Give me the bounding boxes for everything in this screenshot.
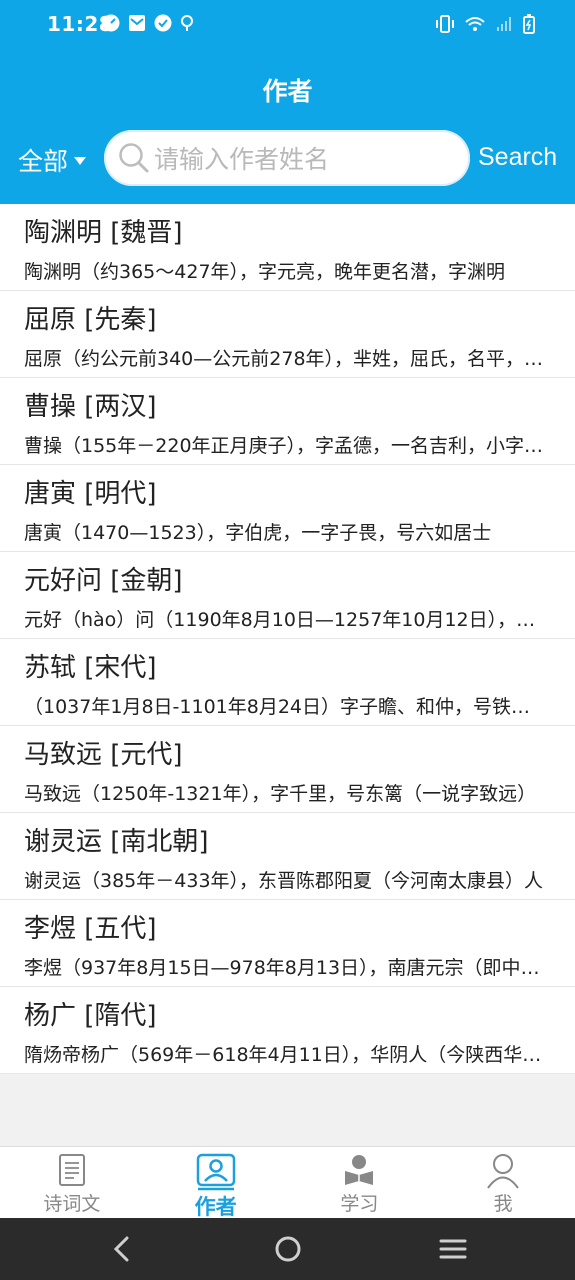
author-description: 屈原（约公元前340—公元前278年），芈姓，屈氏，名平，字原 bbox=[24, 348, 546, 370]
filter-label: 全部 bbox=[18, 147, 69, 176]
author-list-item[interactable]: 苏轼 [宋代] （1037年1月8日-1101年8月24日）字子瞻、和仲，号铁冠… bbox=[0, 639, 575, 726]
search-input[interactable] bbox=[152, 138, 456, 180]
battery-icon bbox=[523, 14, 535, 34]
tab-label: 学习 bbox=[340, 1193, 379, 1215]
back-icon[interactable] bbox=[110, 1232, 134, 1266]
author-name: 李煜 [五代] bbox=[24, 914, 157, 944]
author-description: （1037年1月8日-1101年8月24日）字子瞻、和仲，号铁冠道人 bbox=[24, 696, 546, 718]
mail-icon bbox=[129, 15, 145, 31]
wifi-icon bbox=[465, 17, 485, 31]
home-icon[interactable] bbox=[273, 1232, 303, 1266]
author-list-item[interactable]: 唐寅 [明代] 唐寅（1470—1523），字伯虎，一字子畏，号六如居士 bbox=[0, 465, 575, 552]
author-description: 唐寅（1470—1523），字伯虎，一字子畏，号六如居士 bbox=[24, 522, 492, 544]
tab-label: 诗词文 bbox=[43, 1193, 101, 1215]
author-list: 陶渊明 [魏晋] 陶渊明（约365～427年），字元亮，晚年更名潜，字渊明 屈原… bbox=[0, 204, 575, 1074]
signal-icon bbox=[497, 17, 511, 31]
caret-down-icon bbox=[74, 157, 87, 165]
author-description: 隋炀帝杨广（569年－618年4月11日），华阴人（今陕西华阴） bbox=[24, 1044, 546, 1066]
author-name: 屈原 [先秦] bbox=[24, 305, 157, 335]
vibrate-icon bbox=[436, 15, 454, 33]
author-list-item[interactable]: 李煜 [五代] 李煜（937年8月15日—978年8月13日），南唐元宗（即中主… bbox=[0, 900, 575, 987]
tab-study[interactable]: 学习 bbox=[288, 1147, 432, 1219]
bottom-tab-bar: 诗词文 作者 学习 我 bbox=[0, 1146, 575, 1219]
author-name: 陶渊明 [魏晋] bbox=[24, 218, 183, 248]
author-name: 杨广 [隋代] bbox=[24, 1001, 157, 1031]
author-description: 曹操（155年－220年正月庚子），字孟德，一名吉利，小字阿瞒 bbox=[24, 435, 546, 457]
tab-authors[interactable]: 作者 bbox=[144, 1147, 288, 1219]
check-circle-icon bbox=[154, 14, 172, 32]
author-name: 元好问 [金朝] bbox=[24, 566, 183, 596]
status-system-icons bbox=[435, 14, 535, 34]
status-notification-icons bbox=[102, 14, 194, 32]
tab-label: 作者 bbox=[194, 1195, 237, 1219]
author-list-item[interactable]: 屈原 [先秦] 屈原（约公元前340—公元前278年），芈姓，屈氏，名平，字原 bbox=[0, 291, 575, 378]
author-list-item[interactable]: 曹操 [两汉] 曹操（155年－220年正月庚子），字孟德，一名吉利，小字阿瞒 bbox=[0, 378, 575, 465]
author-list-item[interactable]: 马致远 [元代] 马致远（1250年-1321年），字千里，号东篱（一说字致远） bbox=[0, 726, 575, 813]
app-header: 11:28 作者 全部 Search bbox=[0, 0, 575, 204]
study-icon bbox=[345, 1155, 374, 1185]
author-description: 元好（hào）问（1190年8月10日—1257年10月12日），字裕之 bbox=[24, 609, 546, 631]
status-bar: 11:28 bbox=[0, 0, 575, 48]
page-title: 作者 bbox=[262, 77, 313, 106]
author-name: 曹操 [两汉] bbox=[24, 392, 157, 422]
author-name: 唐寅 [明代] bbox=[24, 479, 157, 509]
author-list-item[interactable]: 杨广 [隋代] 隋炀帝杨广（569年－618年4月11日），华阴人（今陕西华阴） bbox=[0, 987, 575, 1074]
system-nav-bar bbox=[0, 1218, 575, 1280]
author-description: 李煜（937年8月15日—978年8月13日），南唐元宗（即中主） bbox=[24, 957, 546, 979]
author-list-item[interactable]: 元好问 [金朝] 元好（hào）问（1190年8月10日—1257年10月12日… bbox=[0, 552, 575, 639]
document-icon bbox=[58, 1154, 85, 1186]
category-filter-dropdown[interactable]: 全部 bbox=[18, 142, 87, 178]
location-icon bbox=[181, 15, 193, 31]
tab-me[interactable]: 我 bbox=[431, 1147, 575, 1219]
author-description: 陶渊明（约365～427年），字元亮，晚年更名潜，字渊明 bbox=[24, 261, 506, 283]
speed-icon bbox=[102, 14, 120, 32]
person-icon bbox=[487, 1154, 519, 1189]
tab-label: 我 bbox=[493, 1193, 513, 1215]
tab-poems[interactable]: 诗词文 bbox=[0, 1147, 144, 1219]
search-button[interactable]: Search bbox=[478, 143, 557, 172]
search-icon bbox=[119, 143, 149, 173]
author-list-item[interactable]: 陶渊明 [魏晋] 陶渊明（约365～427年），字元亮，晚年更名潜，字渊明 bbox=[0, 204, 575, 291]
author-description: 谢灵运（385年－433年），东晋陈郡阳夏（今河南太康县）人 bbox=[24, 870, 544, 892]
author-name: 谢灵运 [南北朝] bbox=[24, 827, 209, 857]
author-name: 马致远 [元代] bbox=[24, 740, 183, 770]
recents-icon[interactable] bbox=[438, 1232, 468, 1266]
author-card-icon bbox=[196, 1153, 235, 1191]
search-box[interactable] bbox=[104, 130, 470, 186]
author-list-item[interactable]: 谢灵运 [南北朝] 谢灵运（385年－433年），东晋陈郡阳夏（今河南太康县）人 bbox=[0, 813, 575, 900]
author-description: 马致远（1250年-1321年），字千里，号东篱（一说字致远） bbox=[24, 783, 537, 805]
author-name: 苏轼 [宋代] bbox=[24, 653, 157, 683]
